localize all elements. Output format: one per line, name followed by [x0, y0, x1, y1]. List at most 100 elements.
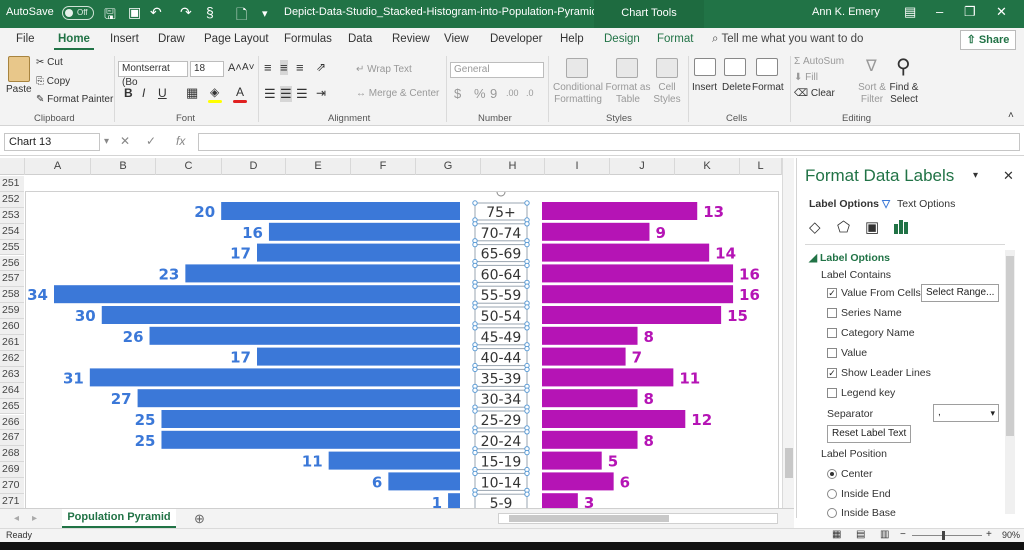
user-name[interactable]: Ann K. Emery	[812, 6, 880, 18]
select-all-corner[interactable]	[0, 158, 25, 175]
cancel-formula-icon[interactable]: ✕	[120, 134, 130, 148]
indent-icon[interactable]: ⇥	[316, 86, 326, 100]
show-leader-lines-checkbox[interactable]: ✓	[827, 368, 837, 378]
page-break-view-icon[interactable]: ▥	[880, 529, 889, 540]
category-label[interactable]: 65-69	[481, 247, 522, 263]
label-selection-handle[interactable]	[472, 283, 478, 289]
data-label-right[interactable]: 16	[739, 265, 760, 283]
tab-design[interactable]: Design	[604, 33, 640, 45]
data-label-left[interactable]: 11	[302, 453, 323, 471]
find-select-icon[interactable]: ⚲	[896, 54, 911, 79]
column-header[interactable]: G	[416, 158, 481, 175]
format-as-table-icon[interactable]	[616, 58, 638, 78]
row-header[interactable]: 259	[0, 303, 24, 320]
tab-text-options[interactable]: Text Options	[897, 198, 955, 210]
label-selection-handle[interactable]	[524, 304, 530, 310]
data-label-left[interactable]: 25	[135, 411, 156, 429]
page-layout-view-icon[interactable]: ▤	[856, 529, 865, 540]
tab-view[interactable]: View	[444, 33, 469, 45]
zoom-in-icon[interactable]: +	[986, 529, 992, 540]
bar-left[interactable]	[257, 347, 460, 366]
column-header[interactable]: A	[25, 158, 91, 175]
data-label-left[interactable]: 17	[230, 245, 251, 263]
increase-font-icon[interactable]: A˄	[228, 62, 242, 74]
label-selection-handle[interactable]	[524, 408, 530, 414]
separator-select[interactable]: , ▾	[933, 404, 999, 422]
scrollbar-thumb[interactable]	[785, 448, 793, 478]
bar-left[interactable]	[54, 285, 460, 304]
bar-right[interactable]	[542, 410, 686, 428]
fill-button[interactable]: ⬇ Fill	[794, 72, 818, 83]
bar-right[interactable]	[542, 347, 626, 366]
data-label-right[interactable]: 5	[608, 453, 618, 471]
comma-icon[interactable]: 9	[490, 86, 497, 101]
tab-home[interactable]: Home	[54, 33, 94, 50]
align-bottom-icon[interactable]: ≡	[296, 60, 304, 75]
category-label[interactable]: 40-44	[481, 351, 522, 367]
data-label-left[interactable]: 16	[242, 224, 263, 242]
undo-icon[interactable]: ↶	[150, 4, 162, 21]
column-header[interactable]: J	[610, 158, 675, 175]
bar-right[interactable]	[542, 202, 698, 220]
category-label[interactable]: 55-59	[481, 288, 522, 304]
normal-view-icon[interactable]: ▦	[832, 529, 841, 540]
row-header[interactable]: 262	[0, 350, 24, 367]
label-selection-handle[interactable]	[524, 221, 530, 227]
borders-icon[interactable]: ▦	[186, 85, 198, 101]
number-format-select[interactable]: General	[450, 62, 544, 78]
data-label-right[interactable]: 8	[644, 328, 654, 346]
column-header[interactable]: F	[351, 158, 416, 175]
row-header[interactable]: 256	[0, 255, 24, 272]
bar-left[interactable]	[257, 243, 460, 262]
align-center-icon[interactable]: ☰	[280, 86, 292, 102]
bar-right[interactable]	[542, 472, 614, 491]
rotation-handle[interactable]	[496, 187, 506, 197]
chart-area[interactable]: 20 13 75+ 16 9 70-74 17 14 65-69 23 16 60-64 34 16 55-…	[25, 187, 779, 510]
format-cells-button[interactable]: Format	[752, 82, 784, 93]
data-label-left[interactable]: 31	[63, 369, 84, 387]
name-box[interactable]: Chart 13	[4, 133, 100, 151]
tell-me-box[interactable]: ⌕ Tell me what you want to do	[712, 33, 863, 46]
pane-scrollbar-thumb[interactable]	[1006, 256, 1014, 436]
data-label-right[interactable]: 6	[620, 473, 630, 491]
label-selection-handle[interactable]	[524, 366, 530, 373]
paste-icon[interactable]	[8, 56, 30, 82]
prev-sheet-icon[interactable]: ◂	[14, 513, 19, 524]
font-color-icon[interactable]: A	[236, 85, 244, 99]
zoom-level[interactable]: 90%	[1002, 530, 1020, 540]
bar-left[interactable]	[221, 202, 460, 220]
enter-formula-icon[interactable]: ✓	[146, 134, 156, 148]
next-sheet-icon[interactable]: ▸	[32, 513, 37, 524]
series-name-checkbox[interactable]	[827, 308, 837, 318]
cell-styles-icon[interactable]	[656, 58, 678, 78]
label-selection-handle[interactable]	[524, 429, 530, 435]
bar-right[interactable]	[542, 389, 638, 408]
bar-left[interactable]	[185, 264, 460, 283]
bar-right[interactable]	[542, 264, 734, 283]
align-left-icon[interactable]: ☰	[264, 86, 276, 102]
category-label[interactable]: 35-39	[481, 371, 522, 387]
label-selection-handle[interactable]	[472, 366, 478, 373]
autosave-toggle[interactable]: Off	[62, 6, 94, 20]
category-label[interactable]: 30-34	[481, 392, 522, 408]
collapse-ribbon-icon[interactable]: ˄	[1008, 110, 1014, 121]
bar-right[interactable]	[542, 222, 650, 241]
vertical-scrollbar[interactable]	[782, 158, 794, 510]
sheet-tab-population-pyramid[interactable]: Population Pyramid	[62, 509, 176, 528]
label-selection-handle[interactable]	[524, 241, 530, 248]
column-header[interactable]: L	[740, 158, 782, 175]
decrease-decimal-icon[interactable]: .0	[526, 88, 534, 98]
data-label-left[interactable]: 23	[158, 265, 179, 283]
data-label-left[interactable]: 27	[111, 390, 132, 408]
tab-page-layout[interactable]: Page Layout	[204, 33, 269, 45]
underline-icon[interactable]: U	[158, 86, 167, 100]
column-header[interactable]: B	[91, 158, 156, 175]
label-selection-handle[interactable]	[472, 304, 478, 310]
increase-decimal-icon[interactable]: .00	[506, 88, 519, 98]
center-radio[interactable]	[827, 469, 837, 479]
fill-color-icon[interactable]: ◈	[210, 85, 219, 99]
align-middle-icon[interactable]: ≡	[280, 60, 288, 75]
insert-function-icon[interactable]: fx	[176, 134, 185, 148]
qat-more-icon[interactable]: ▾	[262, 7, 268, 20]
row-header[interactable]: 253	[0, 207, 24, 224]
